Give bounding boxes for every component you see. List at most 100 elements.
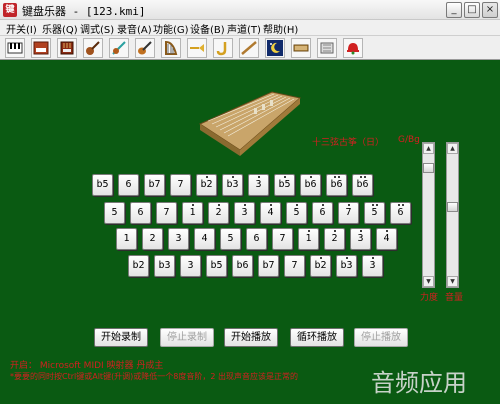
night-icon[interactable]	[265, 38, 285, 58]
note-key-label: b5	[96, 179, 109, 190]
note-key[interactable]: 4	[376, 228, 397, 250]
slider-up-arrow[interactable]: ▲	[423, 143, 434, 154]
note-key-label: b2	[200, 179, 213, 190]
note-key[interactable]: b3	[222, 174, 243, 196]
menu-switch[interactable]: 开关(I)	[6, 21, 37, 36]
volume-slider[interactable]: ▲ ▼	[446, 142, 459, 288]
menu-record[interactable]: 录音(A)	[117, 21, 152, 36]
note-key[interactable]: 7	[338, 202, 359, 224]
menu-device[interactable]: 设备(B)	[190, 21, 225, 36]
title-bar: 键 键盘乐器 - [123.kmi] _ □ ×	[0, 0, 500, 20]
note-key[interactable]: b5	[92, 174, 113, 196]
flute-icon[interactable]	[239, 38, 259, 58]
note-key[interactable]: b3	[336, 255, 357, 277]
note-key[interactable]: b2	[196, 174, 217, 196]
note-key[interactable]: 6	[390, 202, 411, 224]
note-key[interactable]: b5	[206, 255, 227, 277]
note-key[interactable]: 3	[362, 255, 383, 277]
note-key[interactable]: 3	[350, 228, 371, 250]
note-key-label: 3	[241, 207, 248, 218]
start-play-button[interactable]: 开始播放	[224, 328, 278, 347]
menu-function[interactable]: 功能(G)	[153, 21, 189, 36]
harp-icon[interactable]	[161, 38, 181, 58]
note-key[interactable]: 6	[130, 202, 151, 224]
note-key-label: 3	[369, 260, 376, 271]
note-key[interactable]: 1	[182, 202, 203, 224]
note-key-label: 3	[255, 179, 262, 190]
menu-instrument[interactable]: 乐器(Q)	[42, 21, 78, 36]
guzheng-icon[interactable]	[291, 38, 311, 58]
keyboard-icon[interactable]	[31, 38, 51, 58]
note-key[interactable]: 3	[234, 202, 255, 224]
slider-thumb[interactable]	[447, 202, 458, 212]
note-key[interactable]: b6	[300, 174, 321, 196]
note-key[interactable]: 7	[156, 202, 177, 224]
slider-thumb[interactable]	[423, 163, 434, 173]
note-key[interactable]: b7	[144, 174, 165, 196]
guitar-icon[interactable]	[83, 38, 103, 58]
velocity-label: 力度	[420, 293, 439, 303]
velocity-slider[interactable]: ▲ ▼	[422, 142, 435, 288]
organ-icon[interactable]	[57, 38, 77, 58]
note-key[interactable]: 4	[194, 228, 215, 250]
note-key[interactable]: 2	[324, 228, 345, 250]
slider-up-arrow[interactable]: ▲	[447, 143, 458, 154]
note-key[interactable]: b2	[128, 255, 149, 277]
note-key[interactable]: 7	[170, 174, 191, 196]
note-key[interactable]: b6	[352, 174, 373, 196]
start-record-button[interactable]: 开始录制	[94, 328, 148, 347]
note-key-label: b3	[340, 260, 353, 271]
stop-record-button[interactable]: 停止录制	[160, 328, 214, 347]
slider-down-arrow[interactable]: ▼	[423, 276, 434, 287]
note-key[interactable]: 5	[364, 202, 385, 224]
stop-play-button[interactable]: 停止播放	[354, 328, 408, 347]
violin-icon[interactable]	[109, 38, 129, 58]
close-button[interactable]: ×	[482, 2, 498, 18]
app-icon: 键	[3, 3, 17, 17]
bell-icon[interactable]	[343, 38, 363, 58]
menu-help[interactable]: 帮助(H)	[263, 21, 298, 36]
note-key[interactable]: b6	[232, 255, 253, 277]
note-key[interactable]: b3	[154, 255, 175, 277]
note-key[interactable]: 2	[142, 228, 163, 250]
note-key-label: b2	[132, 260, 145, 271]
note-key[interactable]: b5	[274, 174, 295, 196]
note-key-label: b7	[262, 260, 275, 271]
instrument-name: 十三弦古筝（日）	[312, 138, 385, 148]
maximize-button[interactable]: □	[464, 2, 480, 18]
watermark: 音频应用	[371, 369, 467, 397]
minimize-button[interactable]: _	[446, 2, 462, 18]
note-key[interactable]: 3	[248, 174, 269, 196]
loop-play-button[interactable]: 循环播放	[290, 328, 344, 347]
note-key[interactable]: 4	[260, 202, 281, 224]
note-key[interactable]: 7	[284, 255, 305, 277]
note-key-label: 6	[253, 233, 260, 244]
note-key[interactable]: 1	[116, 228, 137, 250]
note-key[interactable]: 6	[118, 174, 139, 196]
note-key[interactable]: 1	[298, 228, 319, 250]
note-key[interactable]: b6	[326, 174, 347, 196]
menu-mode[interactable]: 调式(S)	[80, 21, 114, 36]
note-key[interactable]: 7	[272, 228, 293, 250]
saxophone-icon[interactable]	[213, 38, 233, 58]
note-key[interactable]: 3	[168, 228, 189, 250]
app-window: 键 键盘乐器 - [123.kmi] _ □ × 开关(I) 乐器(Q) 调式(…	[0, 0, 500, 404]
piano-icon[interactable]	[5, 38, 25, 58]
note-key-label: 7	[345, 207, 352, 218]
note-key[interactable]: 2	[208, 202, 229, 224]
menu-channel[interactable]: 声道(T)	[227, 21, 261, 36]
bass-guitar-icon[interactable]	[135, 38, 155, 58]
slider-down-arrow[interactable]: ▼	[447, 276, 458, 287]
note-key[interactable]: 5	[104, 202, 125, 224]
trumpet-icon[interactable]	[187, 38, 207, 58]
note-key[interactable]: b2	[310, 255, 331, 277]
note-key[interactable]: 6	[312, 202, 333, 224]
note-key[interactable]: 3	[180, 255, 201, 277]
note-key[interactable]: 6	[246, 228, 267, 250]
note-key[interactable]: b7	[258, 255, 279, 277]
note-key-label: b6	[330, 179, 343, 190]
note-key[interactable]: 5	[220, 228, 241, 250]
drum-icon[interactable]	[317, 38, 337, 58]
note-key-label: 7	[163, 207, 170, 218]
note-key[interactable]: 5	[286, 202, 307, 224]
